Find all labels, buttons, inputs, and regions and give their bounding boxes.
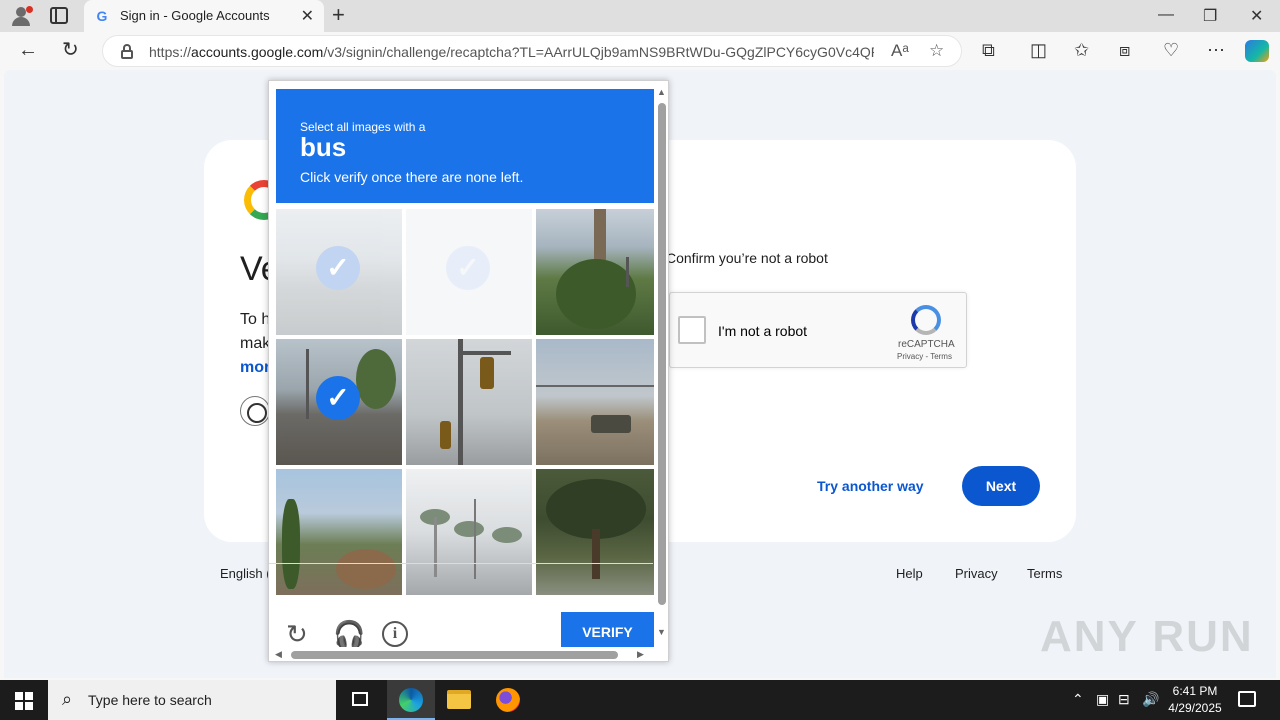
tray-meet-icon[interactable]: ▣ <box>1096 691 1109 708</box>
network-icon[interactable]: ⊟ <box>1118 691 1130 708</box>
profile-icon[interactable] <box>8 4 34 28</box>
vertical-scroll-thumb[interactable] <box>658 103 666 605</box>
scroll-left-icon[interactable]: ◀ <box>275 649 282 660</box>
copilot-icon[interactable] <box>1245 40 1269 62</box>
challenge-tile-1[interactable]: ✓ <box>276 209 402 335</box>
read-aloud-icon[interactable]: Aᵃ <box>891 41 909 61</box>
challenge-tile-2[interactable]: ✓ <box>406 209 532 335</box>
verify-button[interactable]: VERIFY <box>561 612 654 652</box>
clock-date: 4/29/2025 <box>1168 701 1222 715</box>
tile-selected-check-icon: ✓ <box>446 246 490 290</box>
anyrun-watermark: ANY RUN <box>1040 612 1254 661</box>
challenge-tile-9[interactable] <box>536 469 654 595</box>
task-view-icon <box>352 692 368 706</box>
instruction-detail: Click verify once there are none left. <box>300 169 524 185</box>
challenge-divider <box>269 563 653 564</box>
instruction-target: bus <box>300 132 347 162</box>
confirm-robot-text: Confirm you’re not a robot <box>666 250 828 266</box>
try-another-way-button[interactable]: Try another way <box>817 478 924 494</box>
settings-more-icon[interactable]: ⋯ <box>1207 40 1225 60</box>
recaptcha-label: I'm not a robot <box>718 323 808 339</box>
recaptcha-brand: reCAPTCHA <box>898 339 955 350</box>
task-view-button[interactable] <box>336 680 384 720</box>
notification-icon[interactable] <box>1238 691 1256 707</box>
clock-time: 6:41 PM <box>1172 684 1218 698</box>
language-selector[interactable]: English ( <box>220 566 271 581</box>
edge-icon <box>399 688 423 712</box>
scroll-down-icon[interactable]: ▼ <box>657 627 666 637</box>
window-close-button[interactable]: ✕ <box>1250 6 1263 26</box>
scroll-right-icon[interactable]: ▶ <box>637 649 644 660</box>
minimize-button[interactable]: — <box>1158 6 1174 24</box>
recaptcha-checkbox[interactable] <box>678 316 706 344</box>
reload-challenge-icon[interactable]: ↻ <box>286 621 308 647</box>
taskbar-firefox[interactable] <box>484 680 532 720</box>
challenge-tile-4[interactable]: ✓ <box>276 339 402 465</box>
challenge-tile-8[interactable] <box>406 469 532 595</box>
new-tab-button[interactable]: + <box>332 3 345 27</box>
back-arrow-icon[interactable]: ← <box>18 40 38 60</box>
challenge-tile-6[interactable] <box>536 339 654 465</box>
windows-start-icon[interactable] <box>15 692 33 710</box>
taskbar-search-box[interactable]: ⌕ Type here to search <box>48 680 336 720</box>
windows-taskbar: ⌕ Type here to search ⌃ ▣ ⊟ 🔊 6:41 PM 4/… <box>0 680 1280 720</box>
challenge-tile-7[interactable] <box>276 469 402 595</box>
tile-selected-check-icon: ✓ <box>316 376 360 420</box>
footer-help-link[interactable]: Help <box>896 566 923 581</box>
taskbar-file-explorer[interactable] <box>435 680 483 720</box>
account-icon <box>240 396 270 426</box>
challenge-instructions: Select all images with a bus Click verif… <box>276 89 654 203</box>
lock-icon[interactable] <box>121 44 133 59</box>
audio-challenge-icon[interactable]: 🎧 <box>333 621 365 647</box>
tile-selected-check-icon: ✓ <box>316 246 360 290</box>
description-line-1: To h <box>240 311 271 328</box>
browser-tab-bar: G Sign in - Google Accounts ✕ + — ❐ ✕ <box>0 0 1280 32</box>
tray-chevron-icon[interactable]: ⌃ <box>1072 691 1084 708</box>
search-placeholder: Type here to search <box>88 692 212 708</box>
help-info-icon[interactable]: i <box>382 621 408 647</box>
recaptcha-privacy-terms[interactable]: Privacy - Terms <box>897 352 952 361</box>
split-screen-icon[interactable]: ◫ <box>1030 40 1047 60</box>
favorite-star-icon[interactable]: ☆ <box>929 41 944 61</box>
horizontal-scrollbar[interactable]: ◀ ▶ <box>269 647 654 661</box>
vertical-scrollbar[interactable]: ▲ ▼ <box>654 81 668 649</box>
description-line-2: mak <box>240 335 271 352</box>
recaptcha-widget: I'm not a robot reCAPTCHA Privacy - Term… <box>669 292 967 368</box>
challenge-tile-5[interactable] <box>406 339 532 465</box>
tab-title: Sign in - Google Accounts <box>120 8 270 23</box>
favorites-icon[interactable]: ✩ <box>1074 40 1089 60</box>
recaptcha-challenge-popup: Select all images with a bus Click verif… <box>268 80 669 662</box>
firefox-icon <box>496 688 520 712</box>
footer-terms-link[interactable]: Terms <box>1027 566 1062 581</box>
folder-icon <box>447 690 471 709</box>
address-bar[interactable]: https://accounts.google.com/v3/signin/ch… <box>102 35 962 67</box>
restore-button[interactable]: ❐ <box>1203 6 1217 26</box>
tab-actions-icon[interactable] <box>50 7 68 24</box>
volume-icon[interactable]: 🔊 <box>1142 691 1159 708</box>
refresh-icon[interactable]: ↻ <box>62 40 79 60</box>
taskbar-edge[interactable] <box>387 680 435 720</box>
recaptcha-logo-icon <box>911 305 941 335</box>
tab-close-icon[interactable]: ✕ <box>301 6 314 26</box>
search-icon: ⌕ <box>62 689 73 709</box>
taskbar-clock[interactable]: 6:41 PM 4/29/2025 <box>1164 683 1226 717</box>
horizontal-scroll-thumb[interactable] <box>291 651 618 659</box>
browser-essentials-icon[interactable]: ♡ <box>1163 40 1179 60</box>
footer-privacy-link[interactable]: Privacy <box>955 566 998 581</box>
scroll-up-icon[interactable]: ▲ <box>657 87 666 97</box>
collections-icon[interactable]: ⧈ <box>1119 40 1130 60</box>
challenge-tile-3[interactable] <box>536 209 654 335</box>
url-text[interactable]: https://accounts.google.com/v3/signin/ch… <box>149 44 874 60</box>
extensions-icon[interactable]: ⧉ <box>982 40 995 60</box>
next-button[interactable]: Next <box>962 466 1040 506</box>
google-favicon-icon: G <box>96 8 108 24</box>
learn-more-link[interactable]: mor <box>240 359 270 377</box>
tab-sign-in[interactable]: G Sign in - Google Accounts ✕ <box>84 0 324 32</box>
address-toolbar: ← ↻ https://accounts.google.com/v3/signi… <box>0 32 1280 70</box>
